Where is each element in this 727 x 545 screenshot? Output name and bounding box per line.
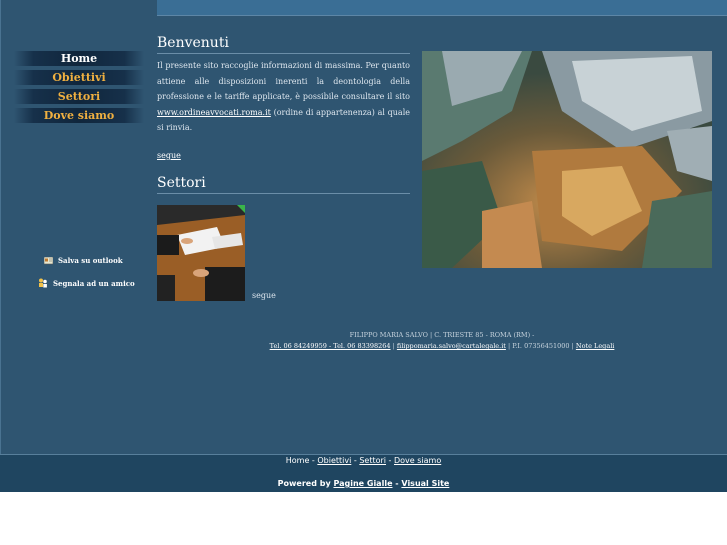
rock-sculpture-photo: [422, 51, 712, 268]
contact-line: Tel. 06 84249959 - Tel. 06 83398264 | fi…: [157, 341, 727, 352]
sectors-divider: [157, 193, 410, 194]
bottom-nav-dove-siamo[interactable]: Dove siamo: [394, 456, 441, 465]
contact-info: FILIPPO MARIA SALVO | C. TRIESTE 85 - RO…: [157, 330, 727, 352]
welcome-text: Il presente sito raccoglie informazioni …: [157, 58, 410, 136]
bottom-nav-settori[interactable]: Settori: [359, 456, 386, 465]
powered-by: Powered by Pagine Gialle - Visual Site: [0, 479, 727, 488]
nav-item-dove-siamo[interactable]: Dove siamo: [14, 108, 144, 123]
welcome-text-part: Il presente sito raccoglie informazioni …: [157, 61, 410, 101]
recommend-friend-label: Segnala ad un amico: [53, 278, 135, 288]
save-outlook-link[interactable]: Salva su outlook: [43, 256, 123, 265]
visual-site-link[interactable]: Visual Site: [401, 479, 449, 488]
sectors-segue[interactable]: segue: [252, 291, 276, 300]
nav-item-settori[interactable]: Settori: [14, 89, 144, 104]
outlook-card-icon: [43, 256, 54, 265]
legal-notes-link[interactable]: Note Legali: [576, 342, 614, 350]
bottom-nav-obiettivi[interactable]: Obiettivi: [317, 456, 351, 465]
top-bar: [157, 0, 727, 15]
save-outlook-label: Salva su outlook: [58, 256, 123, 265]
pagine-gialle-link[interactable]: Pagine Gialle: [333, 479, 392, 488]
welcome-divider: [157, 53, 410, 54]
frame-edge: [0, 0, 1, 454]
welcome-heading: Benvenuti: [157, 35, 229, 51]
email-link[interactable]: filippomaria.salvo@cartalegale.it: [397, 342, 506, 350]
nav-item-obiettivi[interactable]: Obiettivi: [14, 70, 144, 85]
sectors-thumbnail[interactable]: [157, 205, 245, 301]
bottom-nav-sep: -: [386, 456, 394, 465]
bottom-nav-home[interactable]: Home: [286, 456, 310, 465]
sectors-heading: Settori: [157, 175, 206, 191]
users-icon: [38, 278, 48, 288]
bottom-divider: [0, 454, 727, 455]
welcome-segue-link[interactable]: segue: [157, 151, 181, 160]
phone-link[interactable]: Tel. 06 84249959 - Tel. 06 83398264: [270, 342, 391, 350]
nav-item-home[interactable]: Home: [14, 51, 144, 66]
ordine-avvocati-link[interactable]: www.ordineavvocati.roma.it: [157, 108, 271, 117]
powered-prefix: Powered by: [277, 479, 334, 488]
vat-number: | P.I. 07356451000 |: [505, 342, 576, 350]
top-divider: [157, 15, 727, 16]
address-line: FILIPPO MARIA SALVO | C. TRIESTE 85 - RO…: [349, 331, 535, 339]
main-nav: Home Obiettivi Settori Dove siamo: [14, 51, 144, 127]
recommend-friend-link[interactable]: Segnala ad un amico: [38, 278, 135, 288]
bottom-nav: Home - Obiettivi - Settori - Dove siamo: [0, 456, 727, 465]
